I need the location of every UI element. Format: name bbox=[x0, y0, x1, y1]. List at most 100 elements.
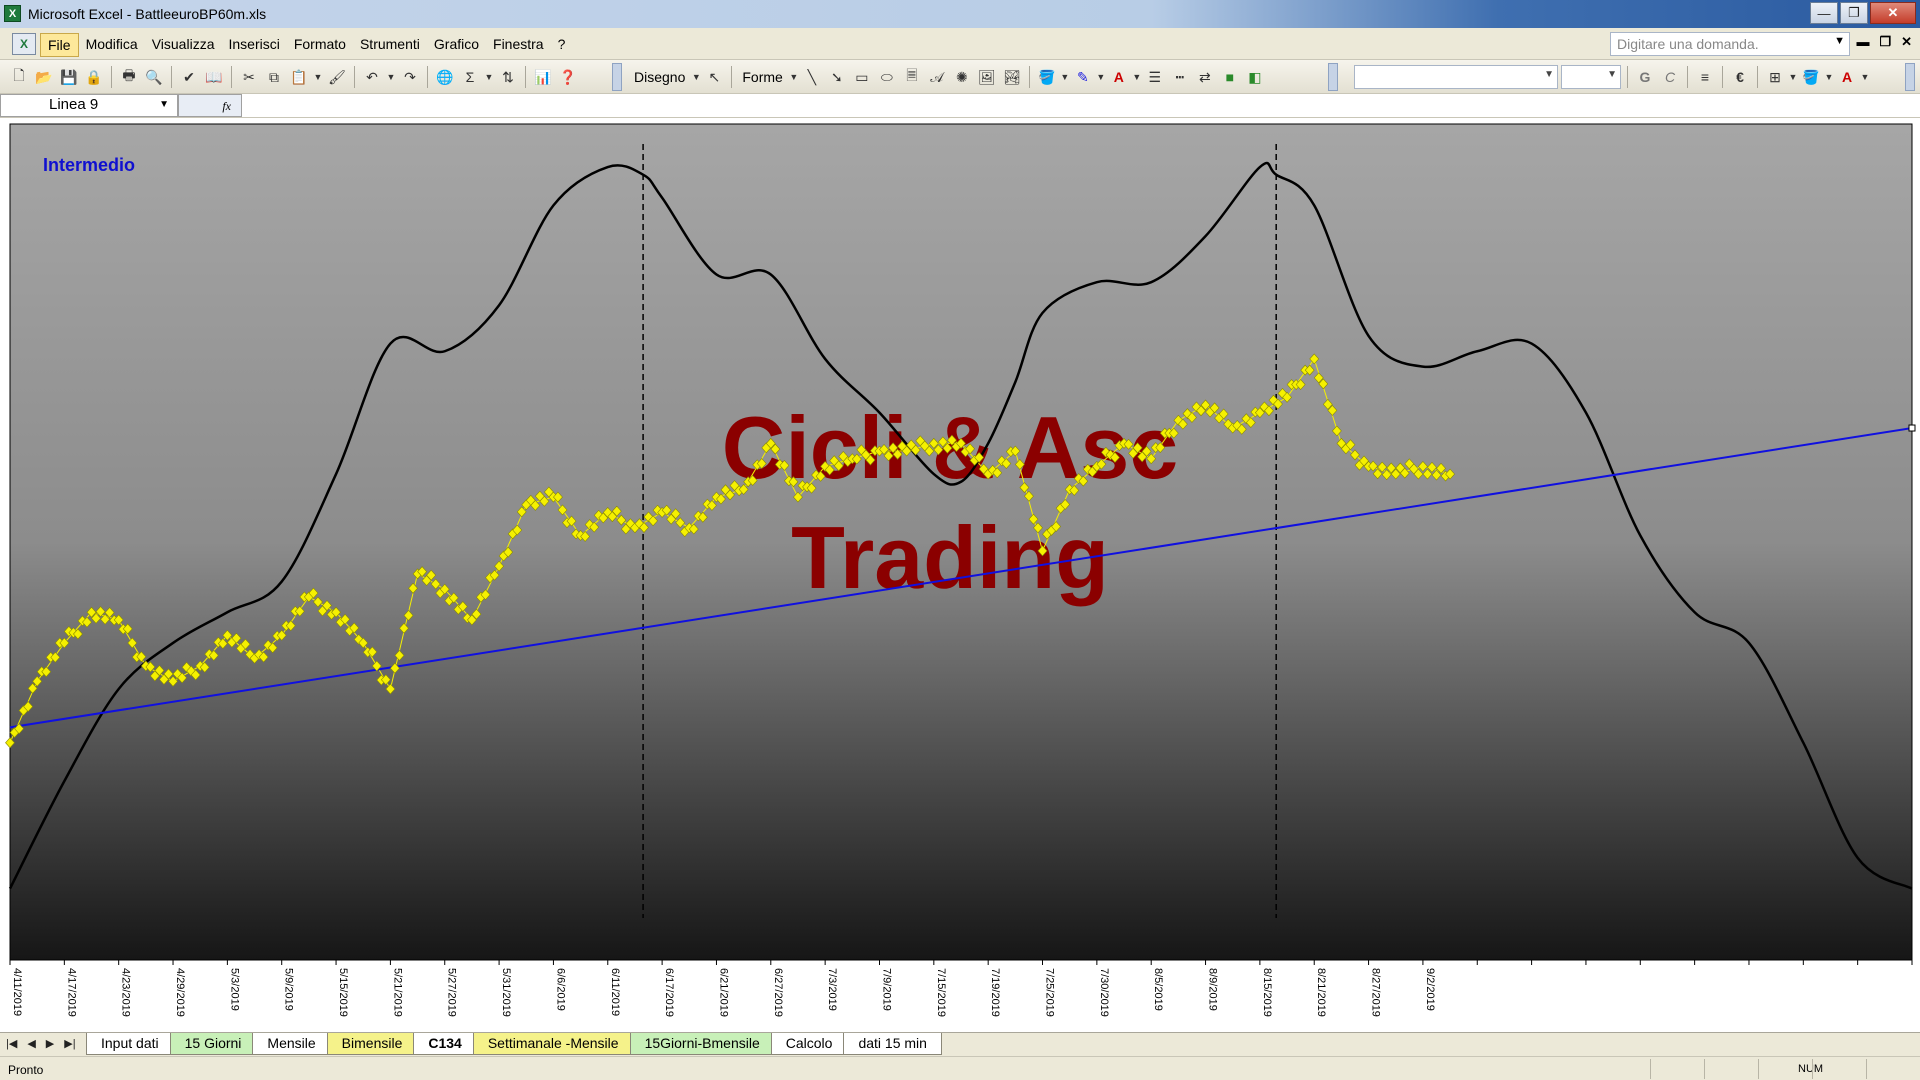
toolbar-grip[interactable] bbox=[612, 63, 622, 91]
save-icon[interactable]: 💾 bbox=[58, 66, 80, 88]
sheet-tab[interactable]: Calcolo bbox=[770, 1033, 848, 1055]
insert-picture-icon[interactable]: 🏞 bbox=[1001, 66, 1023, 88]
fill-bucket-icon[interactable]: 🪣 bbox=[1800, 66, 1822, 88]
redo-icon[interactable]: ↷ bbox=[399, 66, 421, 88]
draw-menu[interactable]: Disegno bbox=[630, 69, 689, 85]
select-pointer-icon[interactable]: ↖ bbox=[703, 66, 725, 88]
arrow-style-icon[interactable]: ⇄ bbox=[1194, 66, 1216, 88]
shapes-dropdown-icon[interactable]: ▼ bbox=[789, 66, 798, 88]
euro-button[interactable]: € bbox=[1729, 66, 1751, 88]
sheet-tab[interactable]: Mensile bbox=[252, 1033, 331, 1055]
menu-formato[interactable]: Formato bbox=[287, 33, 353, 57]
menu-file[interactable]: File bbox=[40, 33, 79, 57]
borders-dropdown-icon[interactable]: ▼ bbox=[1789, 66, 1798, 88]
excel-icon[interactable]: X bbox=[4, 5, 21, 22]
wordart-icon[interactable]: 𝒜 bbox=[926, 66, 948, 88]
oval-icon[interactable]: ⬭ bbox=[876, 66, 898, 88]
rectangle-icon[interactable]: ▭ bbox=[851, 66, 873, 88]
minimize-icon[interactable]: — bbox=[1810, 2, 1838, 24]
sheet-tab[interactable]: dati 15 min bbox=[843, 1033, 942, 1055]
print-preview-icon[interactable]: 🔍 bbox=[143, 66, 165, 88]
line-color-icon[interactable]: ✎ bbox=[1072, 66, 1094, 88]
format-painter-icon[interactable]: 🖌 bbox=[326, 66, 348, 88]
sheet-tab[interactable]: Settimanale -Mensile bbox=[472, 1033, 634, 1055]
autosum-dropdown-icon[interactable]: ▼ bbox=[484, 66, 494, 88]
shapes-menu[interactable]: Forme bbox=[738, 69, 786, 85]
trend-line-handle[interactable] bbox=[1908, 424, 1916, 432]
font-color-icon[interactable]: A bbox=[1108, 66, 1130, 88]
bold-button[interactable]: G bbox=[1634, 66, 1656, 88]
toolbar-grip[interactable] bbox=[1905, 63, 1915, 91]
paste-dropdown-icon[interactable]: ▼ bbox=[313, 66, 323, 88]
close-icon[interactable]: ✕ bbox=[1870, 2, 1916, 24]
help-icon[interactable]: ❓ bbox=[557, 66, 579, 88]
arrow-icon[interactable]: ➘ bbox=[826, 66, 848, 88]
chart-window-icon[interactable]: X bbox=[12, 33, 36, 55]
permission-icon[interactable]: 🔒 bbox=[83, 66, 105, 88]
name-box-dropdown-icon[interactable]: ▼ bbox=[159, 99, 169, 110]
name-box[interactable]: Linea 9 ▼ bbox=[0, 94, 178, 117]
font-name-dropdown-icon[interactable]: ▼ bbox=[1544, 69, 1554, 80]
paste-icon[interactable]: 📋 bbox=[288, 66, 310, 88]
fill-bucket-dropdown-icon[interactable]: ▼ bbox=[1825, 66, 1834, 88]
borders-icon[interactable]: ⊞ bbox=[1764, 66, 1786, 88]
first-sheet-icon[interactable]: |◀ bbox=[6, 1037, 17, 1050]
spelling-icon[interactable]: ✔ bbox=[178, 66, 200, 88]
font-size-combo[interactable]: ▼ bbox=[1561, 65, 1621, 89]
line-color-dropdown-icon[interactable]: ▼ bbox=[1096, 66, 1105, 88]
italic-button[interactable]: C bbox=[1659, 66, 1681, 88]
mdi-minimize-icon[interactable]: ▬ bbox=[1856, 34, 1869, 50]
sort-icon[interactable]: ⇅ bbox=[497, 66, 519, 88]
print-icon[interactable]: 🖶 bbox=[118, 66, 140, 88]
new-file-icon[interactable]: 🗋 bbox=[8, 66, 30, 88]
copy-icon[interactable]: ⧉ bbox=[263, 66, 285, 88]
research-icon[interactable]: 📖 bbox=[203, 66, 225, 88]
restore-icon[interactable]: ❐ bbox=[1840, 2, 1868, 24]
undo-dropdown-icon[interactable]: ▼ bbox=[386, 66, 396, 88]
font-size-dropdown-icon[interactable]: ▼ bbox=[1607, 69, 1617, 80]
undo-icon[interactable]: ↶ bbox=[361, 66, 383, 88]
sheet-tab[interactable]: 15 Giorni bbox=[169, 1033, 257, 1055]
chart-wizard-icon[interactable]: 📊 bbox=[532, 66, 554, 88]
3d-style-icon[interactable]: ◧ bbox=[1244, 66, 1266, 88]
autosum-icon[interactable]: Σ bbox=[459, 66, 481, 88]
help-dropdown-icon[interactable]: ▼ bbox=[1834, 35, 1845, 47]
last-sheet-icon[interactable]: ▶| bbox=[64, 1037, 75, 1050]
sheet-tab[interactable]: Input dati bbox=[86, 1033, 174, 1055]
toolbar-grip[interactable] bbox=[1328, 63, 1338, 91]
align-icon[interactable]: ≡ bbox=[1694, 66, 1716, 88]
chart-sheet[interactable]: Cicli & Asc Trading Intermedio 4/11/2019… bbox=[0, 118, 1920, 1032]
font-name-combo[interactable]: ▼ bbox=[1354, 65, 1558, 89]
next-sheet-icon[interactable]: ▶ bbox=[46, 1037, 54, 1050]
menu-grafico[interactable]: Grafico bbox=[427, 33, 486, 57]
line-style-icon[interactable]: ☰ bbox=[1144, 66, 1166, 88]
menu-visualizza[interactable]: Visualizza bbox=[145, 33, 222, 57]
chart[interactable]: Cicli & Asc Trading Intermedio 4/11/2019… bbox=[0, 118, 1920, 1032]
sheet-tab[interactable]: Bimensile bbox=[326, 1033, 418, 1055]
help-search-input[interactable]: Digitare una domanda. ▼ bbox=[1610, 32, 1850, 56]
fill-color-icon[interactable]: 🪣 bbox=[1036, 66, 1058, 88]
textbox-icon[interactable]: 🗏 bbox=[901, 66, 923, 88]
cut-icon[interactable]: ✂ bbox=[238, 66, 260, 88]
mdi-restore-icon[interactable]: ❐ bbox=[1879, 34, 1891, 50]
menu-inserisci[interactable]: Inserisci bbox=[221, 33, 286, 57]
shadow-style-icon[interactable]: ■ bbox=[1219, 66, 1241, 88]
menu-help[interactable]: ? bbox=[551, 33, 573, 57]
sheet-tab[interactable]: C134 bbox=[413, 1033, 477, 1055]
diagram-icon[interactable]: ✺ bbox=[951, 66, 973, 88]
dash-style-icon[interactable]: ┅ bbox=[1169, 66, 1191, 88]
text-color-dropdown-icon[interactable]: ▼ bbox=[1861, 66, 1870, 88]
hyperlink-icon[interactable]: 🌐 bbox=[434, 66, 456, 88]
insert-function-icon[interactable]: fx bbox=[178, 94, 242, 117]
line-icon[interactable]: ╲ bbox=[801, 66, 823, 88]
prev-sheet-icon[interactable]: ◀ bbox=[27, 1037, 35, 1050]
open-folder-icon[interactable]: 📂 bbox=[33, 66, 55, 88]
font-color-dropdown-icon[interactable]: ▼ bbox=[1132, 66, 1141, 88]
menu-finestra[interactable]: Finestra bbox=[486, 33, 551, 57]
sheet-tab[interactable]: 15Giorni-Bmensile bbox=[629, 1033, 775, 1055]
fill-color-dropdown-icon[interactable]: ▼ bbox=[1060, 66, 1069, 88]
clipart-icon[interactable]: 🖼 bbox=[976, 66, 998, 88]
draw-dropdown-icon[interactable]: ▼ bbox=[692, 66, 701, 88]
menu-modifica[interactable]: Modifica bbox=[79, 33, 145, 57]
mdi-close-icon[interactable]: ✕ bbox=[1901, 34, 1912, 50]
